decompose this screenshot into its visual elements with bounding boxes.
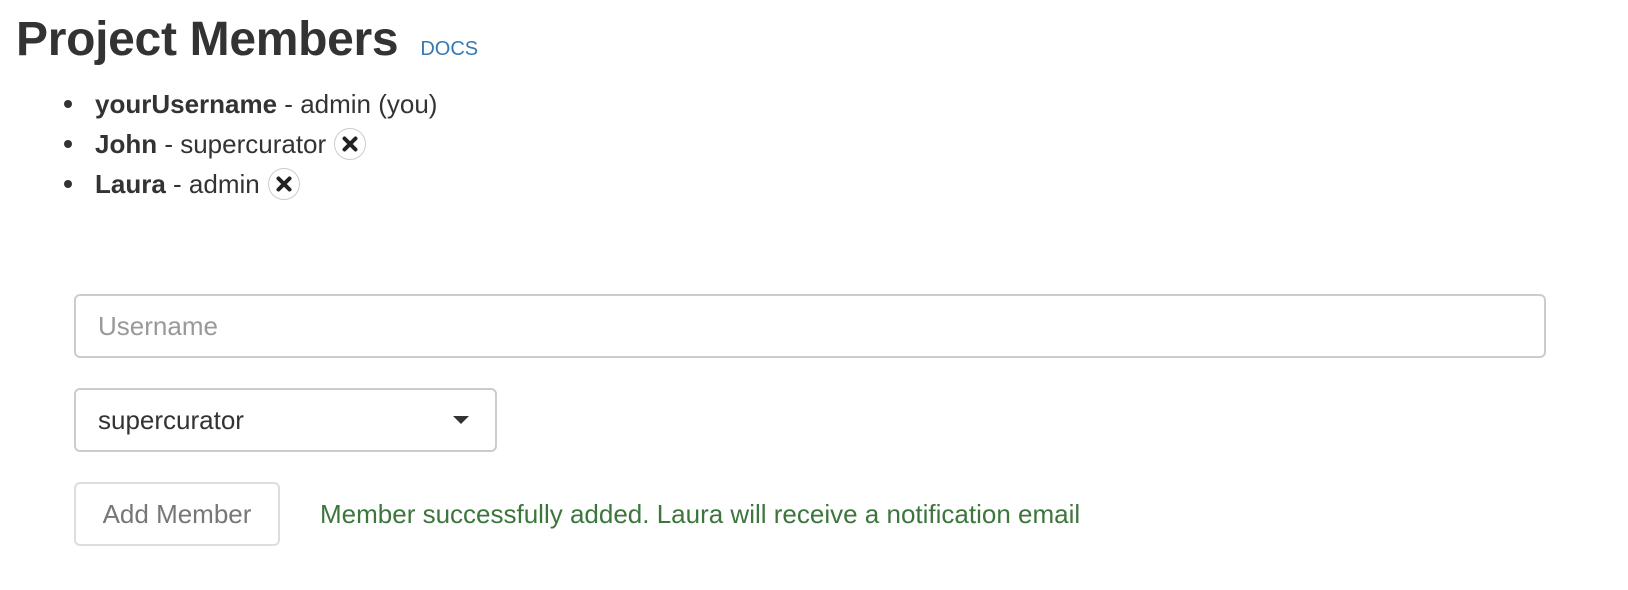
add-member-button[interactable]: Add Member bbox=[74, 482, 280, 546]
remove-member-button[interactable] bbox=[334, 128, 367, 160]
member-name: yourUsername bbox=[95, 89, 278, 119]
bullet-icon bbox=[64, 100, 72, 108]
member-name: Laura bbox=[95, 169, 166, 199]
member-separator: - bbox=[165, 169, 189, 199]
chevron-down-icon bbox=[453, 416, 469, 424]
member-role: supercurator bbox=[180, 129, 327, 159]
bullet-icon bbox=[64, 180, 72, 188]
list-item: John - supercurator bbox=[56, 124, 437, 164]
member-separator: - bbox=[277, 89, 301, 119]
member-name: John bbox=[95, 129, 158, 159]
role-select-value: supercurator bbox=[98, 404, 244, 435]
remove-member-button[interactable] bbox=[267, 168, 300, 200]
role-select[interactable]: supercurator bbox=[74, 388, 497, 452]
title-row: Project Members DOCS bbox=[16, 8, 478, 72]
docs-link[interactable]: DOCS bbox=[420, 17, 478, 81]
close-icon bbox=[342, 136, 358, 152]
page-title: Project Members bbox=[16, 13, 399, 66]
member-list: yourUsername - admin (you) John - superc… bbox=[56, 84, 437, 204]
list-item: yourUsername - admin (you) bbox=[56, 84, 437, 124]
list-item: Laura - admin bbox=[56, 164, 437, 204]
member-separator: - bbox=[157, 129, 181, 159]
status-message: Member successfully added. Laura will re… bbox=[320, 499, 1081, 529]
bullet-icon bbox=[64, 140, 72, 148]
member-role: admin bbox=[188, 169, 260, 199]
username-input[interactable] bbox=[74, 294, 1546, 358]
close-icon bbox=[276, 176, 292, 192]
member-role: admin (you) bbox=[300, 89, 438, 119]
